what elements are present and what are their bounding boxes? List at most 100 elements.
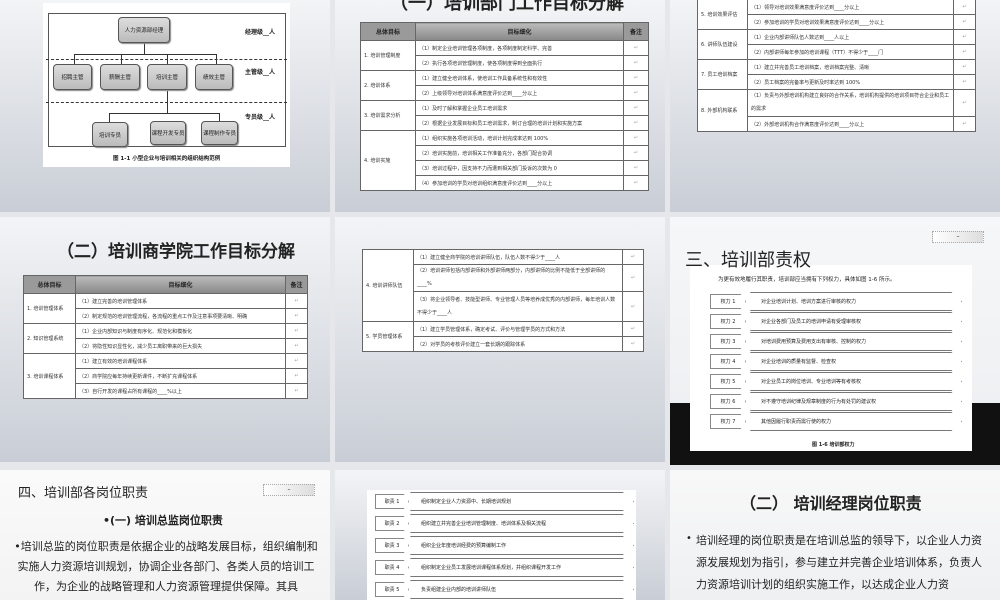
table-row: 8. 外部机构联系 （1）负责与外部培训机构建立良好的合作关系，培训机构提供的培训… bbox=[697, 89, 976, 132]
remark-cell: ↵ bbox=[623, 175, 649, 191]
goal-cell: 1. 培训管理制度 bbox=[360, 40, 416, 71]
slide-title: （二）培训商学院工作目标分解 bbox=[57, 242, 295, 262]
org-box-staff: 课程制作专员 bbox=[201, 121, 238, 145]
detail-cell: （2）培训讲师包括内部讲师和外部讲师两部分，内部讲师的比例不能低于全部讲师的__… bbox=[413, 264, 623, 292]
goal-cell: 7. 员工培训档案 bbox=[697, 59, 748, 90]
duty-label: 职责 2 bbox=[375, 516, 409, 531]
remark-cell: ↵ bbox=[953, 59, 976, 75]
duty-label: 职责 5 bbox=[375, 582, 409, 597]
remark-cell: ↵ bbox=[623, 115, 649, 131]
org-box-manager: 培训主管 bbox=[147, 64, 187, 90]
duty-banner: 组织制定企业人力资源中、长期培训规划 bbox=[410, 492, 634, 511]
detail-cell: （1）建立健全商学院的培训讲师队伍，队伍人数不得少于____人 bbox=[413, 249, 623, 265]
bullet-icon: • bbox=[686, 533, 692, 544]
remark-cell: ↵ bbox=[623, 85, 649, 101]
slide-thumbnail-7[interactable]: 四、培训部各岗位职责 – •(一) 培训总监岗位职责 •培训总监的岗位职责是依据… bbox=[0, 470, 330, 600]
slide-thumbnail-6[interactable]: – 三、培训部责权 为更有效地履行其职责，培训部应当拥有下列权力，具体如图 1-… bbox=[670, 217, 1000, 465]
remark-cell: ↵ bbox=[623, 70, 649, 86]
table-row: 3. 培训课程体系 （1）建立有效的培训课程体系 ↵ bbox=[23, 353, 308, 399]
slide-title: （一）培训部门工作目标分解 bbox=[390, 0, 624, 14]
remark-cell: ↵ bbox=[953, 44, 976, 60]
detail-cell: （2）将隐性知识显性化，减少员工离职带来的巨大损失 bbox=[75, 338, 286, 354]
slide-thumbnail-4[interactable]: （二）培训商学院工作目标分解 总体目标 目标细化 备注 1. 培训管理体系 （1）建立完… bbox=[0, 217, 330, 462]
detail-cell: （2）对学员的考核评价建立一套长期的跟踪体系 bbox=[413, 336, 623, 352]
right-banner: 对企业培训计划、培训方案进行审核的权力 bbox=[750, 292, 962, 311]
table-row: 1. 培训管理制度 （1）制定企业培训管理各项制度，各项制度制定科学、完善 ↵ bbox=[360, 40, 649, 71]
subtitle: •(一) 培训总监岗位职责 bbox=[103, 514, 223, 527]
detail-cell: （1）建立学员管理体系，确定考试、评价与管理学员的方式和方法 bbox=[413, 321, 623, 337]
detail-cell: （2）参加培训的学员对培训效果满意度评价达到____分以上 bbox=[747, 14, 954, 30]
goal-cell: 5. 培训效果评估 bbox=[697, 0, 748, 30]
remark-cell: ↵ bbox=[623, 100, 649, 116]
remark-cell: ↵ bbox=[953, 116, 976, 132]
right-label: 权力 3 bbox=[710, 334, 746, 349]
slide-thumbnail-9[interactable]: （二） 培训经理岗位职责 • 培训经理的岗位职责是在培训总监的领导下，以企业人力… bbox=[670, 470, 1000, 600]
intro-text: 为更有效地履行其职责，培训部应当拥有下列权力，具体如图 1-6 所示。 bbox=[718, 277, 896, 283]
detail-cell: （1）负责与外部培训机构建立良好的合作关系，培训机构提供的培训项目符合企业和员工… bbox=[747, 89, 954, 117]
goals-table: 5. 培训效果评估 （1）领导对培训效果满意度评价达到____分以上 ↵ （2）参加培… bbox=[697, 0, 976, 132]
level-label: 专员级__人 bbox=[245, 114, 276, 121]
detail-cell: （1）建立有效的培训课程体系 bbox=[75, 353, 286, 369]
remark-cell: ↵ bbox=[623, 160, 649, 176]
remark-cell: ↵ bbox=[953, 29, 976, 45]
detail-cell: （4）参加培训的学员对培训组织满意度评价达到____分以上 bbox=[415, 175, 624, 191]
slide-thumbnail-5[interactable]: 4. 培训讲师队伍 （1）建立健全商学院的培训讲师队伍，队伍人数不得少于____人… bbox=[335, 217, 665, 462]
goal-cell: 8. 外部机构联系 bbox=[697, 89, 748, 132]
detail-cell: （1）建立健全培训体系，使培训工作具备系统性和有效性 bbox=[415, 70, 624, 86]
table-row: 4. 培训讲师队伍 （1）建立健全商学院的培训讲师队伍，队伍人数不得少于____人… bbox=[362, 249, 644, 322]
remark-cell: ↵ bbox=[623, 145, 649, 161]
header-cell: 备注 bbox=[623, 22, 649, 41]
slide-thumbnail-3[interactable]: 5. 培训效果评估 （1）领导对培训效果满意度评价达到____分以上 ↵ （2）参加培… bbox=[670, 0, 1000, 212]
duty-banner: 组织建立并完善企业培训管理制度、培训体系及相关流程 bbox=[410, 514, 634, 533]
detail-cell: （1）建立完善的培训管理体系 bbox=[75, 293, 286, 309]
remark-cell: ↵ bbox=[622, 336, 644, 352]
remark-cell: ↵ bbox=[953, 14, 976, 30]
header-cell: 总体目标 bbox=[360, 22, 416, 41]
slide-thumbnail-1[interactable]: 人力资源部经理 招聘主管 薪酬主管 培训主管 绩效主管 培训专员 课程开发专员 … bbox=[0, 0, 330, 212]
remark-cell: ↵ bbox=[623, 55, 649, 71]
goal-cell: 3. 培训课程体系 bbox=[23, 353, 76, 399]
body-text: •培训总监的岗位职责是依据企业的战略发展目标，组织编制和实施人力资源培训规划，协… bbox=[14, 540, 318, 593]
detail-cell: （2）外部培训机构合作满意度评价达到____分以上 bbox=[747, 116, 954, 132]
detail-cell: （3）自行开发的课程占所有课程的____%以上 bbox=[75, 383, 286, 399]
mini-box: – bbox=[263, 484, 315, 496]
detail-cell: （2）员工档案的完备率与更新及时率达到 100% bbox=[747, 74, 954, 90]
goal-cell: 4. 培训实施 bbox=[360, 130, 416, 191]
right-label: 权力 4 bbox=[710, 354, 746, 369]
slide-thumbnail-8[interactable]: 职责 1 组织制定企业人力资源中、长期培训规划 职责 2 组织建立并完善企业培训管理制… bbox=[335, 470, 665, 600]
remark-cell: ↵ bbox=[285, 353, 308, 369]
goal-cell: 6. 讲师队伍建设 bbox=[697, 29, 748, 60]
remark-cell: ↵ bbox=[953, 74, 976, 90]
detail-cell: （1）企业内部讲师队伍人数达到____人以上 bbox=[747, 29, 954, 45]
goal-cell: 4. 培训讲师队伍 bbox=[362, 249, 414, 322]
level-label: 经理级__人 bbox=[245, 29, 276, 36]
detail-cell: （1）组织实施各项培训活动，培训计划完成率达到 100% bbox=[415, 130, 624, 146]
goal-cell: 1. 培训管理体系 bbox=[23, 293, 76, 324]
table-row: 3. 培训需求分析 （1）及时了解和掌握企业员工培训需求 ↵ bbox=[360, 100, 649, 131]
org-box-staff: 课程开发专员 bbox=[150, 121, 186, 145]
table-row: 2. 知识管理系统 （1）企业内部知识与制度有序化、规范化和模板化 ↵ bbox=[23, 323, 308, 354]
detail-cell: （1）领导对培训效果满意度评价达到____分以上 bbox=[747, 0, 954, 15]
slide-title: （二） 培训经理岗位职责 bbox=[740, 494, 922, 513]
remark-cell: ↵ bbox=[285, 338, 308, 354]
org-box-manager: 薪酬主管 bbox=[100, 64, 140, 90]
detail-cell: （2）根据企业发展目标和员工培训需求，制订合理的培训计划和实施方案 bbox=[415, 115, 624, 131]
right-banner: 对企业员工的岗位培训、专业培训等有考核权 bbox=[750, 372, 962, 391]
goal-cell: 2. 培训体系 bbox=[360, 70, 416, 101]
slide-thumbnail-2[interactable]: （一）培训部门工作目标分解 总体目标 目标细化 备注 1. 培训管理制度 （1）制定企业… bbox=[335, 0, 665, 212]
right-label: 权力 2 bbox=[710, 314, 746, 329]
right-banner: 对企业培训的质量有监督、检查权 bbox=[750, 352, 962, 371]
goals-table: 总体目标 目标细化 备注 1. 培训管理制度 （1）制定企业培训管理各项制度，各项制度制… bbox=[360, 22, 649, 191]
duty-label: 职责 3 bbox=[375, 538, 409, 553]
slide-title: 四、培训部各岗位职责 bbox=[18, 486, 149, 501]
header-cell: 备注 bbox=[285, 275, 308, 294]
detail-cell: （2）上级领导对培训体系满意度评价达到____分以上 bbox=[415, 85, 624, 101]
table-row: 6. 讲师队伍建设 （1）企业内部讲师队伍人数达到____人以上 ↵ bbox=[697, 29, 976, 60]
remark-cell: ↵ bbox=[285, 368, 308, 384]
remark-cell: ↵ bbox=[623, 40, 649, 56]
mini-box: – bbox=[932, 231, 984, 243]
remark-cell: ↵ bbox=[623, 130, 649, 146]
right-banner: 其他因履行职责而需行使的权力 bbox=[750, 412, 962, 431]
remark-cell: ↵ bbox=[622, 249, 644, 265]
detail-cell: （1）及时了解和掌握企业员工培训需求 bbox=[415, 100, 624, 116]
